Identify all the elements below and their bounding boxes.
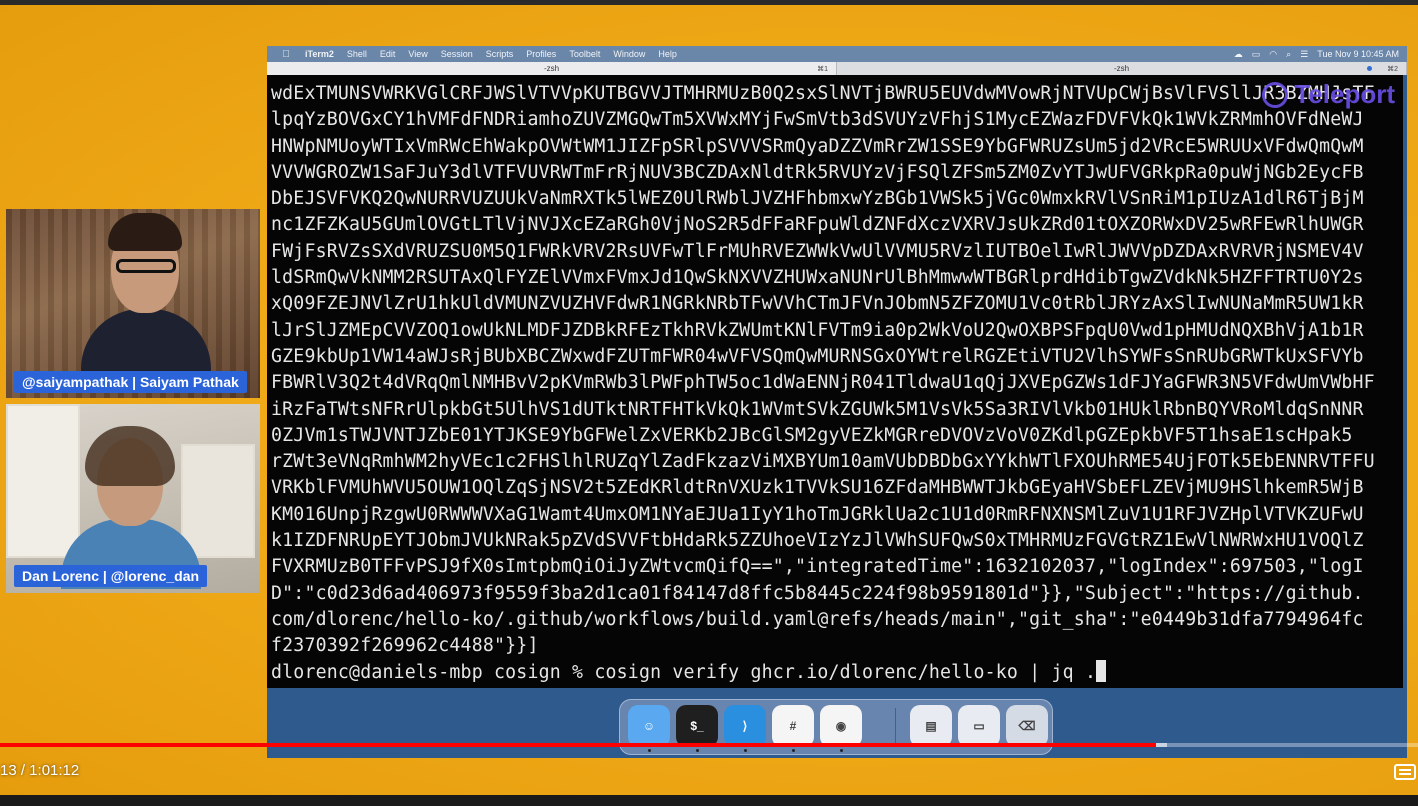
webcam-saiyam: @saiyampathak | Saiyam Pathak <box>6 209 260 398</box>
webcam-dan: Dan Lorenc | @lorenc_dan <box>6 404 260 593</box>
dock-running-indicator <box>792 749 795 752</box>
chrome-icon[interactable]: ◉ <box>820 705 862 747</box>
terminal-line: DbEJSVFVKQ2QwNURRVUZUUkVaNmRXTk5lWEZ0UlR… <box>271 188 1364 210</box>
terminal-line: f2370392f269962c4488"}}] <box>271 635 539 657</box>
menu-view[interactable]: View <box>408 49 427 59</box>
cloud-icon[interactable]: ☁ <box>1234 49 1243 60</box>
terminal-line: D":"c0d23d6ad406973f9559f3ba2d1ca01f8414… <box>271 582 1364 604</box>
terminal-line: VRKblFVMUhWVU5OUW1OQlZqSjNSV2t5ZEdKRldtR… <box>271 477 1364 499</box>
macos-menubar:  iTerm2 Shell Edit View Session Scripts… <box>267 46 1407 62</box>
terminal-line: k1IZDFNRUpEYTJObmJVUkNRak5pZVdSVVFtbHdaR… <box>271 530 1364 552</box>
preview-icon[interactable]: ▭ <box>958 705 1000 747</box>
battery-icon[interactable]: ▭ <box>1252 49 1261 60</box>
menu-app-name[interactable]: iTerm2 <box>305 49 334 59</box>
control-center-icon[interactable]: ☰ <box>1300 49 1308 60</box>
video-progress-bar[interactable] <box>0 743 1418 747</box>
terminal-tabbar: -zsh ⌘1 -zsh ⌘2 <box>267 62 1407 75</box>
terminal-output[interactable]: wdExTMUNSVWRKVGlCRFJWSlVTVVpKUTBGVVJTMHR… <box>267 75 1403 688</box>
menu-session[interactable]: Session <box>441 49 473 59</box>
terminal-line: FVXRMUzB0TFFvPSJ9fX0sImtpbmQiOiJyZWtvcmQ… <box>271 556 1364 578</box>
menu-help[interactable]: Help <box>658 49 677 59</box>
shared-screen:  iTerm2 Shell Edit View Session Scripts… <box>267 46 1407 758</box>
tab-1-title: -zsh <box>543 64 560 73</box>
terminal-line: wdExTMUNSVWRKVGlCRFJWSlVTVVpKUTBGVVJTMHR… <box>271 83 1375 104</box>
presenter-saiyam <box>76 209 216 379</box>
activity-dot-icon <box>1367 66 1372 71</box>
presenter-dan <box>61 424 201 589</box>
teleport-logo-icon <box>1262 81 1289 108</box>
tab-2-shortcut: ⌘2 <box>1387 65 1398 73</box>
shell-command[interactable]: cosign verify ghcr.io/dlorenc/hello-ko |… <box>594 662 1096 683</box>
terminal-text: wdExTMUNSVWRKVGlCRFJWSlVTVVpKUTBGVVJTMHR… <box>267 75 1403 686</box>
wifi-icon[interactable]: ◠ <box>1269 49 1277 60</box>
terminal-icon[interactable]: $_ <box>676 705 718 747</box>
terminal-line: nc1ZFZKaU5GUmlOVGtLTlVjNVJXcEZaRGh0VjNoS… <box>271 214 1364 236</box>
video-frame[interactable]: @saiyampathak | Saiyam Pathak Dan Lorenc… <box>0 0 1418 795</box>
terminal-line: iRzFaTWtsNFRrUlpkbGt5UlhVS1dUTktNRTFHTkV… <box>271 398 1364 420</box>
terminal-line: VVVWGROZW1SaFJuY3dlVTFVUVRWTmFrRjNUV3BCZ… <box>271 161 1364 183</box>
subtitles-icon[interactable] <box>1394 764 1416 780</box>
top-strip <box>0 0 1418 5</box>
terminal-line: FWjFsRVZsSXdVRUZSU0M5Q1FWRkVRV2RsUVFwTlF… <box>271 240 1364 262</box>
terminal-line: com/dlorenc/hello-ko/.github/workflows/b… <box>271 608 1364 630</box>
vscode-icon[interactable]: ⟩ <box>724 705 766 747</box>
teleport-watermark-text: Teleport <box>1294 79 1395 109</box>
progress-loaded <box>1155 743 1167 747</box>
tab-2[interactable]: -zsh ⌘2 <box>837 62 1407 75</box>
finder-icon[interactable]: ☺ <box>628 705 670 747</box>
dock-running-indicator <box>744 749 747 752</box>
menu-window[interactable]: Window <box>613 49 645 59</box>
terminal-line: GZE9kbUp1VW14aWJsRjBUbXBCZWxwdFZUTmFWR04… <box>271 345 1364 367</box>
terminal-line: FBWRlV3Q2t4dVRqQmlNMHBvV2pKVmRWb3lPWFphT… <box>271 372 1375 394</box>
bottom-strip <box>0 795 1418 806</box>
teleport-watermark: Teleport <box>1262 79 1395 110</box>
menu-scripts[interactable]: Scripts <box>486 49 514 59</box>
dock-running-indicator <box>648 749 651 752</box>
shell-prompt: dlorenc@daniels-mbp cosign % <box>271 661 595 683</box>
menubar-clock[interactable]: Tue Nov 9 10:45 AM <box>1317 49 1399 59</box>
dock-running-indicator <box>696 749 699 752</box>
terminal-line: lpqYzBOVGxCY1hVMFdFNDRiamhoZUVZMGQwTm5XV… <box>271 109 1364 131</box>
video-timecode: 13 / 1:01:12 <box>0 762 80 779</box>
tab-2-title: -zsh <box>1113 64 1130 73</box>
tab-1-shortcut: ⌘1 <box>817 65 828 73</box>
terminal-line: xQ09FZEJNVlZrU1hkUldVMUNZVUZHVFdwR1NGRkN… <box>271 293 1364 315</box>
nameplate-saiyam: @saiyampathak | Saiyam Pathak <box>14 371 247 393</box>
menubar-status-area: ☁ ▭ ◠ ⌕ ☰ Tue Nov 9 10:45 AM <box>1234 49 1399 60</box>
menu-edit[interactable]: Edit <box>380 49 396 59</box>
terminal-line: KM016UnpjRzgwU0RWWWVXaG1Wamt4UmxOM1NYaEJ… <box>271 503 1364 525</box>
search-icon[interactable]: ⌕ <box>1286 49 1291 60</box>
menu-profiles[interactable]: Profiles <box>526 49 556 59</box>
dock-running-indicator <box>840 749 843 752</box>
terminal-line: HNWpNMUoyWTIxVmRWcEhWakpOVWtWM1JIZFpSRlp… <box>271 135 1364 157</box>
folder-stack-icon[interactable]: ▤ <box>910 705 952 747</box>
terminal-line: 0ZJVm1sTWJVNTJZbE01YTJKSE9YbGFWelZxVERKb… <box>271 424 1353 446</box>
menu-toolbelt[interactable]: Toolbelt <box>569 49 600 59</box>
tab-1[interactable]: -zsh ⌘1 <box>267 62 837 75</box>
menu-shell[interactable]: Shell <box>347 49 367 59</box>
progress-played <box>0 743 1156 747</box>
terminal-line: ldSRmQwVkNMM2RSUTAxQlFYZElVVmxFVmxJd1QwS… <box>271 267 1364 289</box>
text-cursor <box>1096 659 1107 682</box>
nameplate-dan: Dan Lorenc | @lorenc_dan <box>14 565 208 587</box>
terminal-line: rZWt3eVNqRmhWM2hyVEc1c2FHSlhlRUZqYlZadFk… <box>271 451 1375 473</box>
apple-icon[interactable]:  <box>279 49 293 60</box>
trash-icon[interactable]: ⌫ <box>1006 705 1048 747</box>
dock-separator <box>895 708 896 746</box>
terminal-line: lJrSlJZMEpCVVZOQ1owUkNLMDFJZDBkRFEzTkhRV… <box>271 319 1364 341</box>
slack-icon[interactable]: # <box>772 705 814 747</box>
